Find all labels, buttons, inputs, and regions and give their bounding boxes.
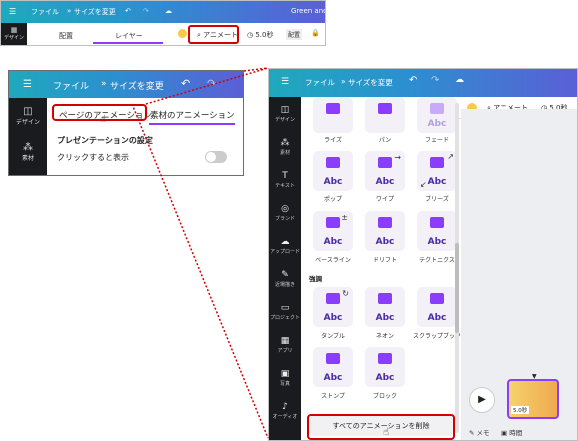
- callout-leader-lines: [131, 67, 269, 439]
